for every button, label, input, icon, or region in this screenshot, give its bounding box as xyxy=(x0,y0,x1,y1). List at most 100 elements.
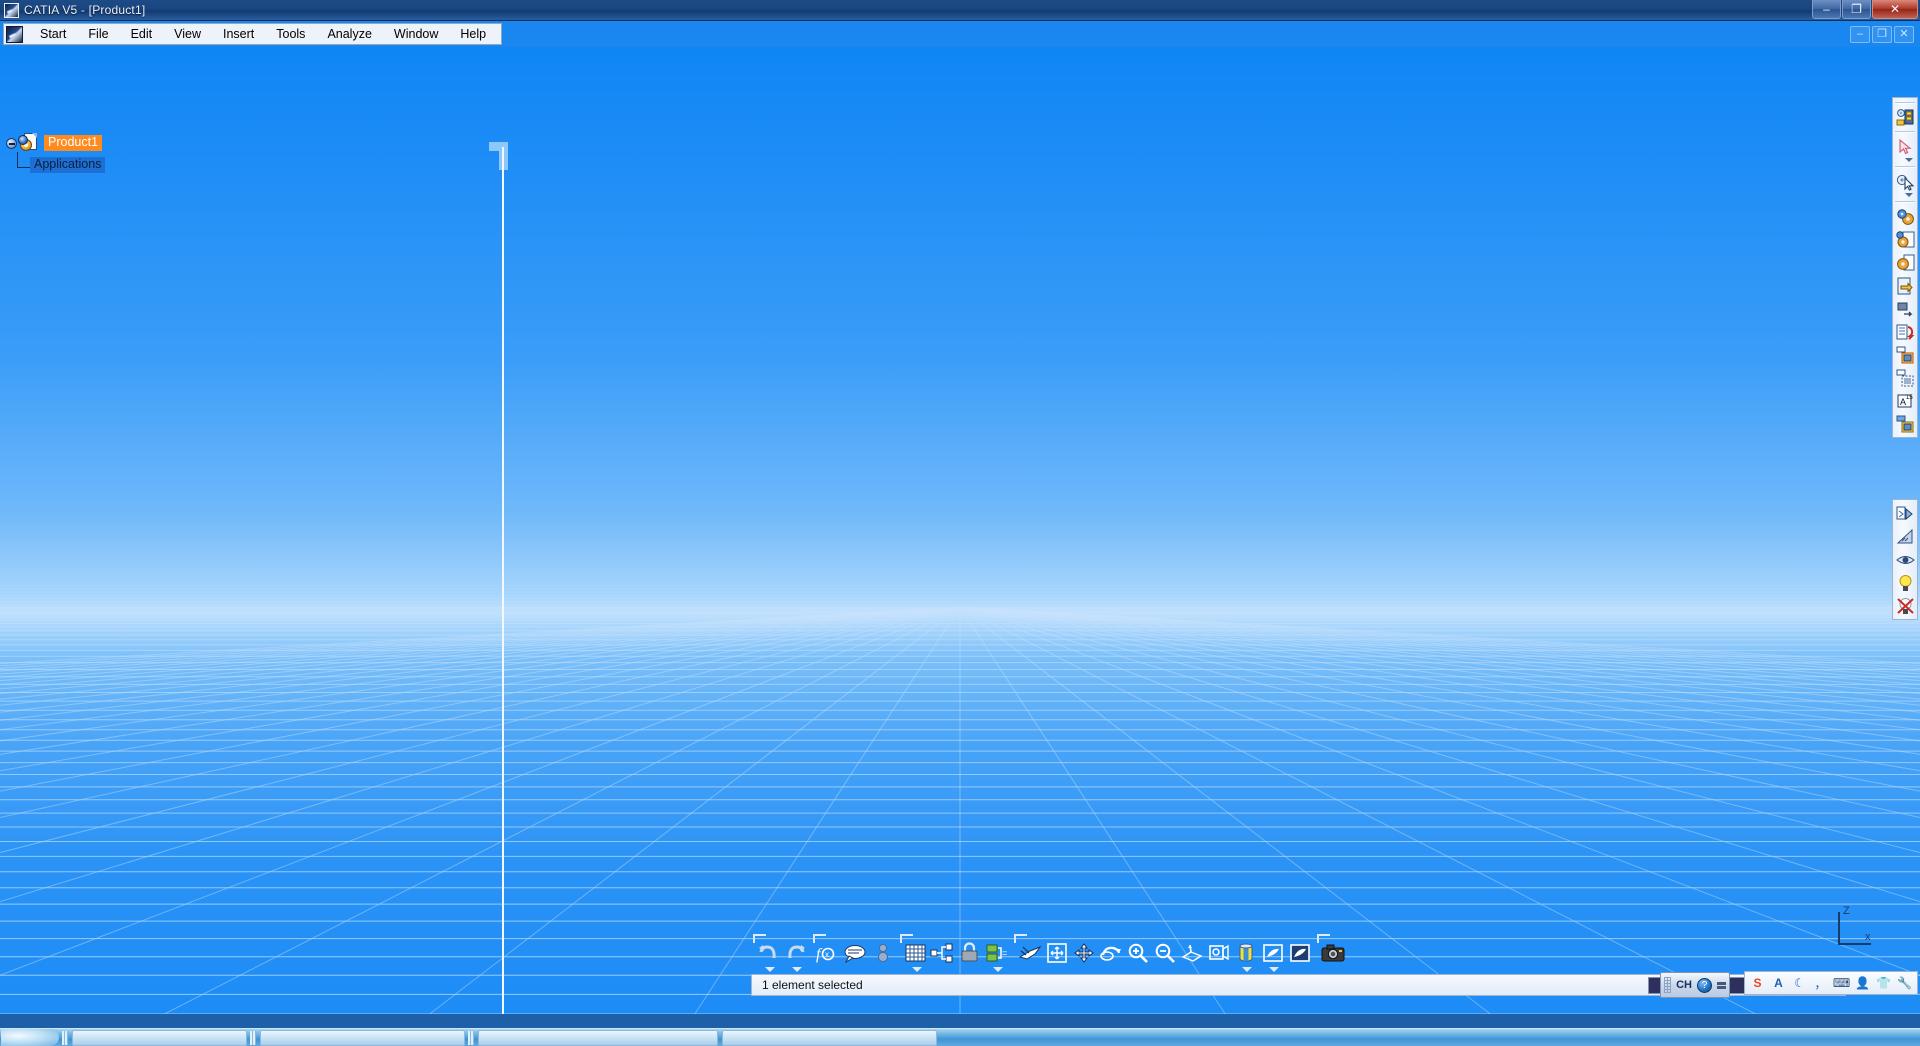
select-arrow-icon[interactable] xyxy=(1895,136,1916,157)
normal-view-icon[interactable] xyxy=(1179,940,1204,965)
render-style-dropdown-caret-icon[interactable] xyxy=(1242,967,1252,972)
measure-item-icon[interactable] xyxy=(1895,526,1916,547)
tree-row-product1[interactable]: Product1 xyxy=(6,132,426,154)
manipulate-cursor-icon[interactable] xyxy=(1895,171,1916,192)
toolbar-separator xyxy=(1895,166,1915,168)
tree-row-applications[interactable]: Applications xyxy=(30,154,426,176)
mdi-minimize-button[interactable]: – xyxy=(1850,26,1870,43)
lock-icon[interactable] xyxy=(957,940,982,965)
ime-language-bar[interactable]: CH ? xyxy=(1660,972,1730,998)
menu-item-file[interactable]: File xyxy=(77,25,119,43)
apply-material-icon[interactable] xyxy=(1260,940,1285,965)
fit-all-in-icon[interactable] xyxy=(1044,940,1069,965)
formula-icon[interactable]: f x xyxy=(816,940,841,965)
menu-item-view[interactable]: View xyxy=(163,25,212,43)
taskbar-task-2[interactable] xyxy=(260,1029,465,1046)
camera-capture-icon[interactable] xyxy=(1320,940,1345,965)
assembly-structure-icon[interactable] xyxy=(930,940,955,965)
status-message: 1 element selected xyxy=(762,978,863,992)
menu-item-tools[interactable]: Tools xyxy=(265,25,316,43)
mdi-restore-button[interactable]: ❐ xyxy=(1872,26,1892,43)
multi-instantiation-icon[interactable] xyxy=(1895,413,1916,434)
redo-icon[interactable] xyxy=(783,940,808,965)
tree-branch-line xyxy=(17,152,18,168)
tree-label-product1[interactable]: Product1 xyxy=(44,135,103,151)
ime-help-icon[interactable]: ? xyxy=(1697,977,1712,993)
named-views-icon[interactable] xyxy=(1206,940,1231,965)
pan-icon[interactable] xyxy=(1071,940,1096,965)
new-component-icon[interactable] xyxy=(1895,206,1916,227)
sogou-ime-toolbar[interactable]: S A ☾ ， ⌨ 👤 👕 🔧 xyxy=(1744,971,1918,995)
tree-splitter[interactable] xyxy=(502,147,504,1014)
rotate-icon[interactable] xyxy=(1098,940,1123,965)
manage-representations-icon[interactable]: A 15 xyxy=(1895,390,1916,411)
taskbar-grip[interactable] xyxy=(468,1030,474,1045)
menu-item-edit[interactable]: Edit xyxy=(120,25,164,43)
scene-eye-icon[interactable] xyxy=(1895,549,1916,570)
zoom-in-icon[interactable] xyxy=(1125,940,1150,965)
taskbar-grip[interactable] xyxy=(62,1030,68,1045)
taskbar-task-3[interactable] xyxy=(478,1029,718,1046)
ime-expand-caret-icon[interactable] xyxy=(1717,981,1726,989)
existing-component-icon[interactable] xyxy=(1895,275,1916,296)
windows-taskbar xyxy=(0,1028,1920,1046)
punctuation-icon[interactable]: ， xyxy=(1813,976,1828,991)
zoom-out-icon[interactable] xyxy=(1152,940,1177,965)
moon-icon[interactable]: ☾ xyxy=(1792,976,1807,991)
render-style-icon[interactable] xyxy=(1233,940,1258,965)
menu-item-analyze[interactable]: Analyze xyxy=(316,25,382,43)
generate-numbering-icon[interactable] xyxy=(1895,344,1916,365)
3d-viewport[interactable]: Product1 Applications A 15 Z x f x = 1 e… xyxy=(0,47,1920,1014)
ime-language-label[interactable]: CH xyxy=(1676,979,1692,991)
replace-component-icon[interactable] xyxy=(1895,298,1916,319)
close-button[interactable]: ✕ xyxy=(1872,0,1918,19)
menu-item-insert[interactable]: Insert xyxy=(212,25,265,43)
taskbar-task-4[interactable] xyxy=(722,1029,937,1046)
restore-button[interactable]: ❐ xyxy=(1842,0,1871,19)
menu-item-help[interactable]: Help xyxy=(449,25,497,43)
redo-dropdown-caret-icon[interactable] xyxy=(792,967,802,972)
svg-text:15: 15 xyxy=(1906,395,1913,401)
taskbar-task-1[interactable] xyxy=(72,1029,247,1046)
tree-label-applications[interactable]: Applications xyxy=(30,157,106,173)
mdi-close-button[interactable]: ✕ xyxy=(1894,26,1914,43)
grid-dropdown-caret-icon[interactable] xyxy=(912,967,922,972)
new-part-icon[interactable] xyxy=(1895,252,1916,273)
comment-icon[interactable] xyxy=(843,940,868,965)
user-icon[interactable]: 👤 xyxy=(1855,976,1870,991)
toolbox-icon[interactable]: 🔧 xyxy=(1897,976,1912,991)
window-title: CATIA V5 - [Product1] xyxy=(24,3,146,17)
light-on-icon[interactable] xyxy=(1895,572,1916,593)
start-button[interactable] xyxy=(1,1029,59,1046)
svg-text:x: x xyxy=(825,950,829,959)
bom-dropdown-caret-icon[interactable] xyxy=(993,967,1003,972)
fast-multi-instantiation-icon[interactable] xyxy=(1895,503,1916,524)
product-structure-icon[interactable] xyxy=(1895,107,1916,128)
minimize-button[interactable]: – xyxy=(1812,0,1841,19)
graph-tree-reorder-icon[interactable] xyxy=(1895,321,1916,342)
sogou-logo-icon[interactable]: S xyxy=(1750,976,1765,991)
bom-icon[interactable]: = xyxy=(984,940,1009,965)
select-dropdown-caret-icon[interactable] xyxy=(1895,158,1916,164)
light-off-icon[interactable] xyxy=(1895,595,1916,616)
new-product-icon[interactable] xyxy=(1895,229,1916,250)
menu-item-window[interactable]: Window xyxy=(383,25,449,43)
axis-label-z: Z xyxy=(1843,905,1850,917)
grid-tool-icon[interactable] xyxy=(903,940,928,965)
soft-keyboard-icon[interactable]: ⌨ xyxy=(1833,976,1850,991)
undo-dropdown-caret-icon[interactable] xyxy=(765,967,775,972)
ime-drag-grip[interactable] xyxy=(1664,977,1672,993)
catia-app-icon[interactable] xyxy=(6,25,23,43)
manipulate-dropdown-caret-icon[interactable] xyxy=(1895,193,1916,199)
design-table-icon[interactable] xyxy=(870,940,895,965)
selective-load-icon[interactable] xyxy=(1895,367,1916,388)
undo-icon[interactable] xyxy=(756,940,781,965)
taskbar-grip[interactable] xyxy=(250,1030,256,1045)
fly-mode-icon[interactable] xyxy=(1017,940,1042,965)
tree-expand-toggle-icon[interactable] xyxy=(6,137,17,149)
menu-item-start[interactable]: Start xyxy=(29,25,77,43)
input-mode-icon[interactable]: A xyxy=(1771,976,1786,991)
shading-icon[interactable] xyxy=(1287,940,1312,965)
skin-icon[interactable]: 👕 xyxy=(1876,976,1891,991)
material-dropdown-caret-icon[interactable] xyxy=(1269,967,1279,972)
